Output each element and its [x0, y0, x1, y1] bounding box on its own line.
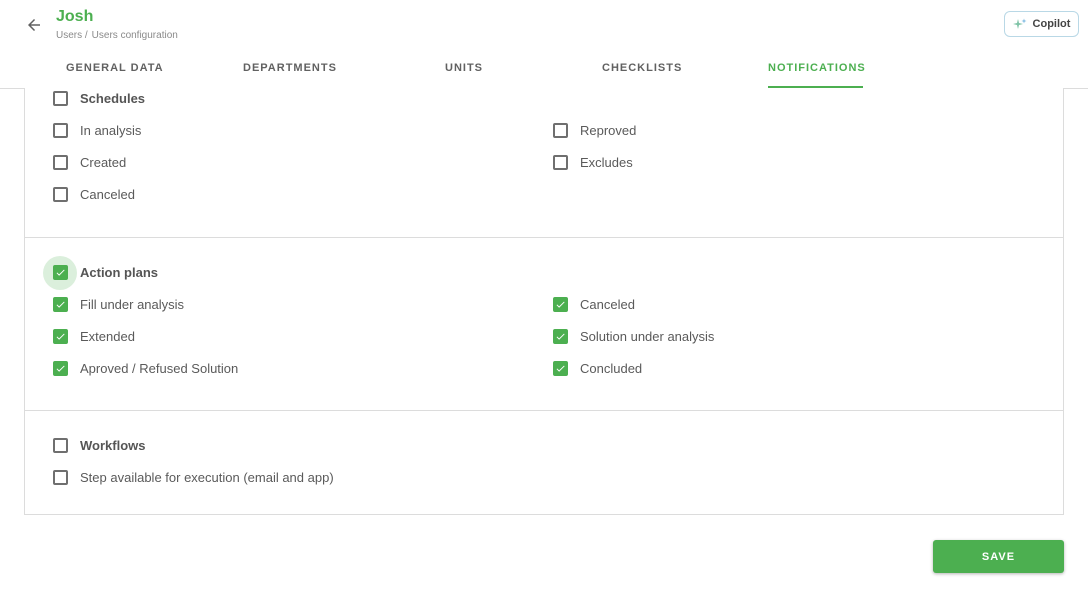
created-checkbox[interactable] [53, 154, 68, 170]
tab-departments[interactable]: DEPARTMENTS [243, 62, 337, 74]
list-item[interactable]: Reproved [553, 120, 636, 140]
step-available-checkbox[interactable] [53, 469, 68, 485]
page-title: Josh [56, 8, 94, 25]
list-item[interactable]: Excludes [553, 152, 633, 172]
arrow-left-icon [28, 19, 40, 31]
copilot-button[interactable]: Copilot [1004, 11, 1079, 37]
fill-under-analysis-checkbox[interactable] [53, 296, 68, 312]
list-item[interactable]: Canceled [53, 184, 135, 204]
checkbox-label: Reproved [580, 122, 637, 138]
check-icon [56, 365, 65, 372]
breadcrumb-item-users-configuration: Users configuration [91, 30, 178, 41]
section-divider [25, 237, 1063, 238]
checkbox-label: Concluded [580, 360, 643, 376]
reproved-checkbox[interactable] [553, 122, 568, 138]
schedules-checkbox[interactable] [53, 90, 68, 106]
checkbox-label: Canceled [580, 296, 635, 312]
in-analysis-checkbox[interactable] [53, 122, 68, 138]
checkbox-label: Solution under analysis [580, 328, 715, 344]
check-icon [56, 301, 65, 308]
schedules-toggle[interactable]: Schedules [53, 88, 145, 108]
sparkle-icon [1012, 18, 1027, 29]
action-canceled-checkbox[interactable] [553, 296, 568, 312]
action-plans-toggle[interactable]: Action plans [53, 262, 158, 282]
back-button[interactable] [22, 13, 46, 37]
checkbox-label: In analysis [80, 122, 142, 138]
list-item[interactable]: Aproved / Refused Solution [53, 358, 238, 378]
tab-bar: GENERAL DATA DEPARTMENTS UNITS CHECKLIST… [0, 52, 1088, 89]
list-item[interactable]: Fill under analysis [53, 294, 184, 314]
solution-under-analysis-checkbox[interactable] [553, 328, 568, 344]
aproved-refused-solution-checkbox[interactable] [53, 360, 68, 376]
concluded-checkbox[interactable] [553, 360, 568, 376]
check-icon [556, 333, 565, 340]
list-item[interactable]: Extended [53, 326, 135, 346]
list-item[interactable]: Step available for execution (email and … [53, 467, 334, 487]
list-item[interactable]: Created [53, 152, 126, 172]
notifications-panel: Schedules In analysis Reproved Created E… [24, 88, 1064, 515]
check-icon [56, 333, 65, 340]
checkbox-label: Step available for execution (email and … [80, 469, 334, 485]
checkbox-label: Fill under analysis [80, 296, 185, 312]
list-item[interactable]: In analysis [53, 120, 141, 140]
excludes-checkbox[interactable] [553, 154, 568, 170]
tab-checklists[interactable]: CHECKLISTS [602, 62, 682, 74]
section-divider [25, 410, 1063, 411]
save-button[interactable]: SAVE [933, 540, 1064, 573]
list-item[interactable]: Concluded [553, 358, 642, 378]
action-plans-checkbox[interactable] [53, 264, 68, 280]
page-header: Josh Users / Users configuration Copilot… [0, 0, 1088, 89]
check-icon [556, 301, 565, 308]
extended-checkbox[interactable] [53, 328, 68, 344]
tab-general-data[interactable]: GENERAL DATA [66, 62, 164, 74]
workflows-toggle[interactable]: Workflows [53, 435, 146, 455]
checkbox-label: Excludes [580, 154, 633, 170]
schedules-title: Schedules [80, 90, 146, 106]
checkbox-label: Aproved / Refused Solution [80, 360, 239, 376]
tab-notifications[interactable]: NOTIFICATIONS [768, 62, 866, 74]
copilot-label: Copilot [1032, 18, 1071, 30]
list-item[interactable]: Solution under analysis [553, 326, 714, 346]
breadcrumb-item-users[interactable]: Users / [56, 30, 88, 41]
check-icon [56, 269, 65, 276]
action-plans-title: Action plans [80, 264, 159, 280]
workflows-checkbox[interactable] [53, 437, 68, 453]
tab-units[interactable]: UNITS [445, 62, 483, 74]
list-item[interactable]: Canceled [553, 294, 635, 314]
checkbox-label: Extended [80, 328, 135, 344]
workflows-title: Workflows [80, 437, 146, 453]
schedule-canceled-checkbox[interactable] [53, 186, 68, 202]
checkbox-label: Canceled [80, 186, 135, 202]
checkbox-label: Created [80, 154, 127, 170]
check-icon [556, 365, 565, 372]
breadcrumb: Users / Users configuration [56, 30, 178, 41]
